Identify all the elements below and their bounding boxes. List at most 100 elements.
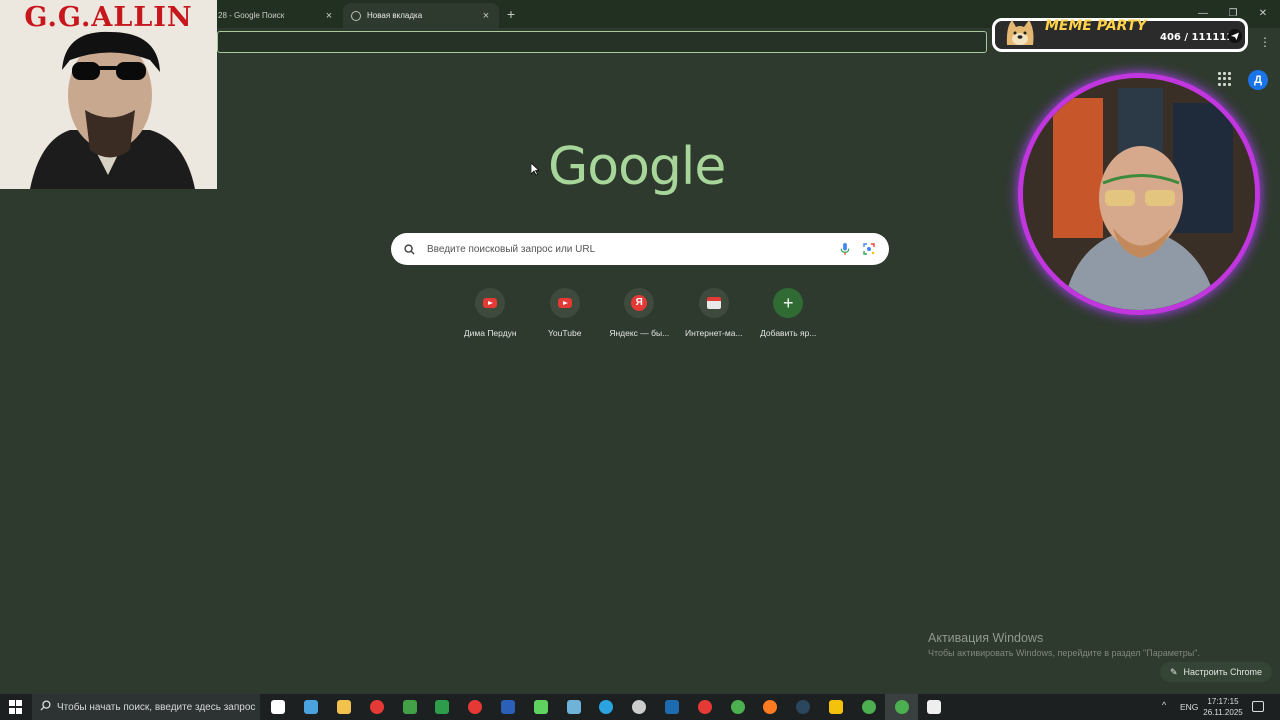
close-window-button[interactable]: ✕	[1256, 7, 1270, 21]
opera-gx-taskbar-button[interactable]	[360, 694, 393, 720]
shortcuts-row: Дима Пердун YouTube Я Яндекс — бы... Инт…	[453, 288, 826, 338]
telegram-taskbar-button[interactable]	[590, 694, 623, 720]
shortcut-tile	[475, 288, 506, 318]
shop-icon	[706, 297, 721, 309]
app-green-red-taskbar-button[interactable]	[393, 694, 426, 720]
photoshop-taskbar-button[interactable]	[656, 694, 689, 720]
play-app-taskbar-button[interactable]	[524, 694, 557, 720]
search-input[interactable]	[427, 243, 833, 255]
task-view-icon	[271, 700, 286, 714]
app-green-red-icon	[402, 700, 417, 714]
taskbar-clock[interactable]: 17:17:15 26.11.2025	[1203, 696, 1243, 718]
paint-app-taskbar-button[interactable]	[557, 694, 590, 720]
steam-taskbar-button[interactable]	[787, 694, 820, 720]
chrome-active-icon	[894, 700, 909, 714]
explorer-app-taskbar-button[interactable]	[295, 694, 328, 720]
opera-icon	[468, 700, 483, 714]
chrome-2-icon	[861, 700, 876, 714]
app-yellow-icon	[828, 700, 843, 714]
app-dark-icon	[927, 700, 942, 714]
opera-taskbar-button[interactable]	[459, 694, 492, 720]
shortcut-tile	[549, 288, 580, 318]
windows-taskbar: Чтобы начать поиск, введите здесь запрос…	[0, 694, 1280, 720]
notifications-icon[interactable]	[1252, 701, 1264, 712]
app-green-icon	[435, 700, 450, 714]
tab-title: Новая вкладка	[367, 11, 423, 20]
paint-app-icon	[566, 700, 581, 714]
chrome-2-taskbar-button[interactable]	[852, 694, 885, 720]
word-icon	[500, 700, 515, 714]
youtube-icon	[483, 298, 498, 308]
app-circle-taskbar-button[interactable]	[623, 694, 656, 720]
word-taskbar-button[interactable]	[492, 694, 525, 720]
chrome-taskbar-button[interactable]	[721, 694, 754, 720]
photoshop-icon	[664, 700, 679, 714]
chrome-favicon-icon	[351, 10, 361, 21]
activation-subtitle: Чтобы активировать Windows, перейдите в …	[928, 648, 1200, 658]
chrome-active-taskbar-button[interactable]	[885, 694, 918, 720]
app-yellow-taskbar-button[interactable]	[820, 694, 853, 720]
tab-title: 28 - Google Поиск	[218, 11, 285, 20]
shortcut-dima[interactable]: Дима Пердун	[453, 288, 528, 338]
shortcut-tile: Я	[624, 288, 655, 318]
activation-title: Активация Windows	[928, 631, 1044, 645]
taskbar-search-box[interactable]: Чтобы начать поиск, введите здесь запрос	[32, 694, 260, 720]
shortcut-label: Добавить яр...	[760, 328, 817, 338]
chrome-menu-icon[interactable]: ⋮	[1259, 35, 1271, 49]
telegram-icon	[599, 700, 614, 714]
app-green-taskbar-button[interactable]	[426, 694, 459, 720]
poster-overlay: G.G.ALLIN	[0, 0, 217, 189]
doge-icon	[1006, 20, 1034, 45]
windows-activation-watermark: Активация Windows Чтобы активировать Win…	[928, 631, 1200, 658]
pencil-icon: ✎	[1170, 666, 1178, 677]
search-icon	[391, 243, 427, 255]
shortcut-yandex[interactable]: Я Яндекс — бы...	[602, 288, 677, 338]
microphone-icon[interactable]	[833, 237, 857, 261]
taskbar-search-placeholder: Чтобы начать поиск, введите здесь запрос	[57, 701, 256, 713]
google-apps-icon[interactable]	[1218, 72, 1232, 86]
play-app-icon	[533, 700, 548, 714]
firefox-icon	[763, 700, 778, 714]
address-bar[interactable]	[217, 31, 987, 53]
webcam-feed-image	[1023, 78, 1255, 310]
shortcut-youtube[interactable]: YouTube	[528, 288, 603, 338]
search-icon	[40, 700, 51, 714]
google-logo: Google	[548, 137, 726, 197]
send-icon	[1228, 29, 1242, 43]
mouse-cursor-icon	[530, 162, 540, 181]
firefox-taskbar-button[interactable]	[754, 694, 787, 720]
customize-chrome-button[interactable]: ✎ Настроить Chrome	[1160, 662, 1273, 682]
portrait-image	[30, 31, 195, 189]
plus-icon: +	[773, 288, 804, 318]
task-view-taskbar-button[interactable]	[262, 694, 295, 720]
opera-gx-icon	[369, 700, 384, 714]
tab-close-icon[interactable]: ×	[322, 9, 336, 23]
chrome-icon	[730, 700, 745, 714]
shortcut-label: Дима Пердун	[463, 328, 517, 338]
youtube-icon	[557, 298, 572, 308]
app-dark-taskbar-button[interactable]	[918, 694, 951, 720]
shortcut-label: Яндекс — бы...	[609, 328, 670, 338]
language-indicator[interactable]: ENG	[1180, 702, 1198, 712]
steam-icon	[796, 700, 811, 714]
shortcut-label: Интернет-ма...	[684, 328, 743, 338]
tab-google-search[interactable]: 28 - Google Поиск ×	[210, 3, 342, 28]
yandex-browser-taskbar-button[interactable]	[688, 694, 721, 720]
tab-close-icon[interactable]: ×	[479, 9, 493, 23]
tab-new-tab[interactable]: Новая вкладка ×	[343, 3, 499, 28]
clock-date: 26.11.2025	[1203, 708, 1243, 717]
windows-start-icon[interactable]	[9, 700, 23, 714]
file-folder-taskbar-button[interactable]	[328, 694, 361, 720]
tray-chevron-up-icon[interactable]: ^	[1162, 700, 1166, 710]
add-shortcut-button[interactable]: + Добавить яр...	[751, 288, 826, 338]
yandex-icon: Я	[631, 295, 648, 311]
webcam-overlay	[1018, 73, 1260, 315]
shortcut-shop[interactable]: Интернет-ма...	[677, 288, 752, 338]
search-box[interactable]	[391, 233, 889, 265]
new-tab-button[interactable]: +	[503, 6, 519, 22]
shortcut-tile	[698, 288, 729, 318]
google-lens-icon[interactable]	[857, 237, 881, 261]
clock-time: 17:17:15	[1207, 697, 1239, 706]
app-circle-icon	[632, 700, 647, 714]
profile-avatar[interactable]: Д	[1248, 70, 1268, 90]
